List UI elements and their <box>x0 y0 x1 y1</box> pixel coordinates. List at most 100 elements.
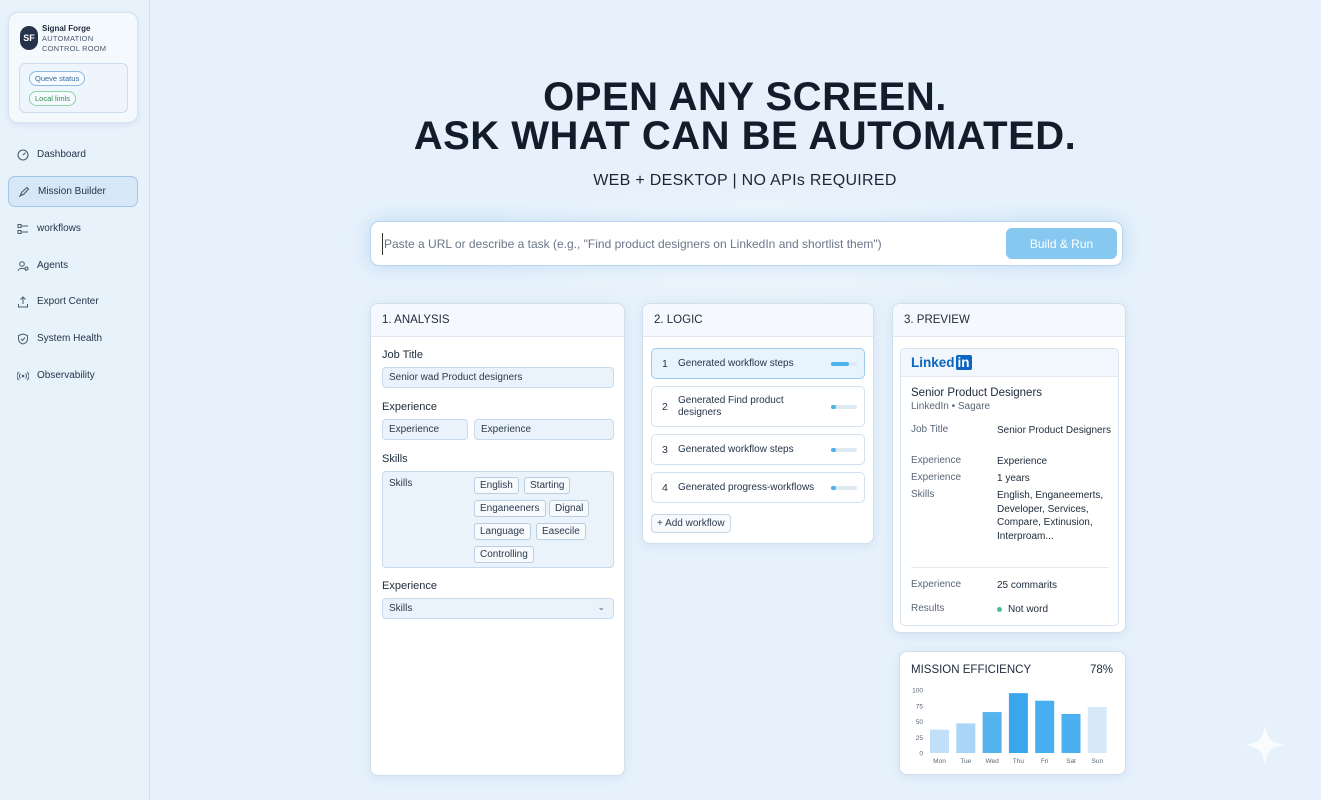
bar-sun <box>1087 707 1107 753</box>
workflow-step[interactable]: 1 Generated workflow steps <box>651 348 865 379</box>
workflow-step[interactable]: 4 Generated progress-workflows <box>651 472 865 503</box>
analysis-panel: 1. ANALYSIS Job Title Senior wad Product… <box>370 303 625 776</box>
step-text: Generated workflow steps <box>678 444 794 455</box>
experience-field-2[interactable]: Experience <box>474 419 614 440</box>
linkedin-profile-card[interactable]: Linked in Senior Product Designers Linked… <box>900 348 1119 626</box>
step-text: Generated progress-workflows <box>678 482 815 493</box>
skills-select[interactable]: Skills ⌄ <box>382 598 614 619</box>
skill-chip[interactable]: Dignal <box>549 500 590 517</box>
sidebar-item-agents[interactable]: Agents <box>8 250 138 281</box>
y-tick-label: 0 <box>919 751 923 758</box>
sidebar-item-dashboard[interactable]: Dashboard <box>8 139 138 170</box>
job-title-label: Job Title <box>382 349 423 361</box>
linkedin-card-header: Linked in <box>901 349 1118 377</box>
sidebar-item-label: Agents <box>37 260 69 271</box>
experience-field-1[interactable]: Experience <box>382 419 468 440</box>
bar-fri <box>1035 700 1055 753</box>
x-tick-label: Sun <box>1092 758 1104 765</box>
preview-key: Job Title <box>911 424 949 435</box>
sidebar-item-system-health[interactable]: System Health <box>8 323 138 354</box>
step-number: 1 <box>662 358 668 370</box>
preview-key: Experience <box>911 472 962 483</box>
skill-chip[interactable]: Starting <box>524 477 571 494</box>
agents-icon <box>17 260 29 272</box>
sidebar-item-workflows[interactable]: workflows <box>8 213 138 244</box>
preview-key: Skills <box>911 489 935 500</box>
mission-efficiency-card: MISSION EFFICIENCY 78% 0 25 50 75 100 Mon Tue W… <box>899 651 1126 775</box>
brand-logo: SF <box>20 26 38 50</box>
bar-sat <box>1061 713 1081 753</box>
skill-chip[interactable]: English <box>474 477 519 494</box>
workflow-step[interactable]: 3 Generated workflow steps <box>651 434 865 465</box>
preview-key: Results <box>911 603 945 614</box>
sidebar-item-label: workflows <box>37 223 81 234</box>
preview-panel-title: 3. PREVIEW <box>893 304 1125 337</box>
signal-icon <box>17 370 29 382</box>
bar-tue <box>956 723 976 753</box>
preview-company: LinkedIn • Sagare <box>911 401 991 412</box>
divider <box>911 567 1109 568</box>
task-input[interactable] <box>382 233 982 255</box>
step-progress <box>831 405 857 409</box>
brand-name: Signal Forge <box>42 24 91 33</box>
brand-card: SF Signal Forge AUTOMATION CONTROL ROOM … <box>8 12 138 123</box>
rocket-icon <box>18 186 30 198</box>
step-progress <box>831 362 857 366</box>
step-number: 4 <box>662 482 668 494</box>
sidebar-item-label: Mission Builder <box>38 186 106 197</box>
add-workflow-button[interactable]: + Add workflow <box>651 514 731 533</box>
sidebar: SF Signal Forge AUTOMATION CONTROL ROOM … <box>0 0 150 800</box>
y-tick-label: 100 <box>912 688 923 695</box>
skills-select-value: Skills <box>389 603 413 614</box>
skills-box[interactable]: Skills English Starting Enganeeners Dign… <box>382 471 614 568</box>
sidebar-item-observability[interactable]: Observability <box>8 360 138 391</box>
brand-subtitle: AUTOMATION CONTROL ROOM <box>42 34 107 53</box>
preview-result: Not word <box>997 603 1115 617</box>
skill-chip[interactable]: Language <box>474 523 531 540</box>
sparkle-icon <box>1244 724 1286 766</box>
preview-value: 25 commarits <box>997 580 1058 591</box>
bar-wed <box>982 712 1002 753</box>
workflow-icon <box>17 223 29 235</box>
page-title-line-1: OPEN ANY SCREEN. <box>543 75 947 119</box>
bar-mon <box>930 729 949 753</box>
preview-value: Senior Product Designers <box>997 425 1111 436</box>
linkedin-logo: Linked in <box>911 355 972 370</box>
status-dot-icon <box>997 606 1002 612</box>
x-tick-label: Fri <box>1041 758 1049 765</box>
page-subtitle: WEB + DESKTOP | NO APIs REQUIRED <box>593 172 897 189</box>
skill-chip[interactable]: Controlling <box>474 546 534 563</box>
sidebar-item-label: Dashboard <box>37 149 86 160</box>
preview-key: Experience <box>911 455 962 466</box>
step-text: Generated Find product designers <box>678 395 784 418</box>
logic-panel-title: 2. LOGIC <box>643 304 873 337</box>
job-title-field[interactable]: Senior wad Product designers <box>382 367 614 388</box>
queue-status-pill[interactable]: Queve status <box>29 71 86 86</box>
step-progress <box>831 448 857 452</box>
skills-label: Skills <box>382 453 408 465</box>
build-run-button[interactable]: Build & Run <box>1006 228 1117 259</box>
local-limits-pill[interactable]: Local limls <box>29 91 77 106</box>
experience-label-2: Experience <box>382 580 438 592</box>
sidebar-item-export-center[interactable]: Export Center <box>8 286 138 317</box>
sidebar-item-mission-builder[interactable]: Mission Builder <box>8 176 138 207</box>
y-tick-label: 50 <box>916 719 924 726</box>
efficiency-title: MISSION EFFICIENCY <box>911 664 1032 676</box>
skill-chip[interactable]: Easecile <box>536 523 586 540</box>
page-title: OPEN ANY SCREEN. ASK WHAT CAN BE AUTOMAT… <box>400 75 1090 158</box>
status-panel: Queve status Local limls <box>19 63 128 113</box>
shield-icon <box>17 332 29 345</box>
x-tick-label: Mon <box>933 758 946 765</box>
x-tick-label: Thu <box>1013 758 1025 765</box>
skill-chip[interactable]: Enganeeners <box>474 500 546 517</box>
page-title-line-2: ASK WHAT CAN BE AUTOMATED. <box>413 114 1077 158</box>
sidebar-item-label: Observability <box>37 370 95 381</box>
workflow-step[interactable]: 2 Generated Find product designers <box>651 386 865 427</box>
preview-key: Experience <box>911 579 962 590</box>
preview-job-title: Senior Product Designers <box>911 387 1043 399</box>
step-number: 3 <box>662 444 668 456</box>
chevron-down-icon: ⌄ <box>597 602 605 612</box>
logic-panel: 2. LOGIC 1 Generated workflow steps 2 Ge… <box>642 303 874 544</box>
analysis-panel-title: 1. ANALYSIS <box>371 304 624 337</box>
preview-value: Experience <box>997 456 1048 467</box>
